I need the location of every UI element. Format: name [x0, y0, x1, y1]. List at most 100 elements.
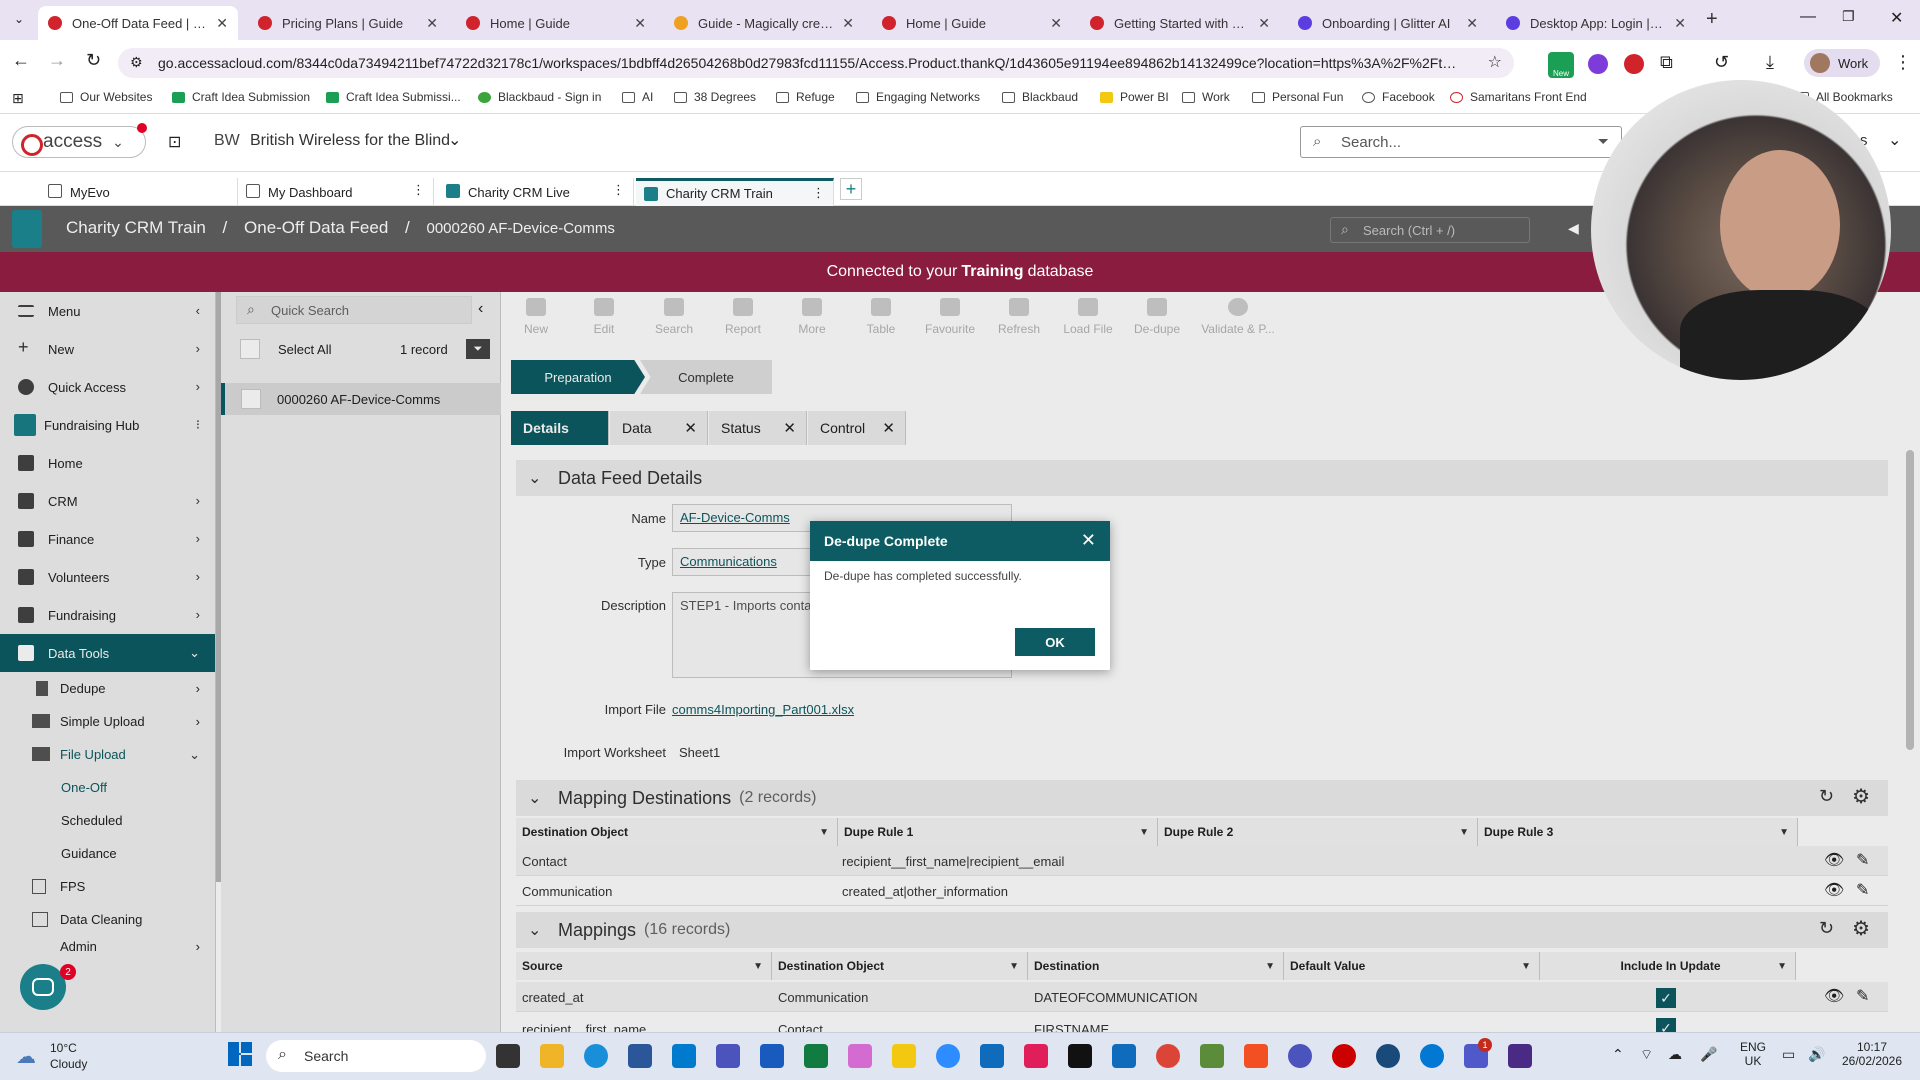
app-icon[interactable]: [716, 1044, 740, 1068]
bookmark-work[interactable]: Work: [1182, 90, 1230, 104]
close-icon[interactable]: ✕: [842, 15, 854, 32]
close-icon[interactable]: ✕: [426, 15, 438, 32]
bookmark-38-degrees[interactable]: 38 Degrees: [674, 90, 756, 104]
minimize-icon[interactable]: —: [1800, 8, 1816, 26]
app-icon[interactable]: [1068, 1044, 1092, 1068]
add-tab-icon[interactable]: +: [840, 178, 862, 200]
bookmark-power-bi[interactable]: Power BI: [1100, 90, 1169, 104]
tab-charity-crm-live[interactable]: Charity CRM Live ⋮: [438, 178, 634, 206]
bookmark-ai[interactable]: AI: [622, 90, 653, 104]
back-icon[interactable]: ←: [12, 50, 30, 71]
chevron-up-icon[interactable]: ⌃: [1612, 1046, 1624, 1063]
outlook-icon[interactable]: [1112, 1044, 1136, 1068]
slack-icon[interactable]: [1024, 1044, 1048, 1068]
chrome-icon[interactable]: [1156, 1044, 1180, 1068]
wifi-icon[interactable]: ⌔: [1640, 1046, 1653, 1064]
new-tab-icon[interactable]: +: [1706, 8, 1718, 31]
profile-button[interactable]: Work: [1804, 49, 1880, 77]
app-icon[interactable]: [1420, 1044, 1444, 1068]
bookmark-star-icon[interactable]: ☆: [1488, 52, 1502, 72]
app-icon[interactable]: [1376, 1044, 1400, 1068]
reload-icon[interactable]: ↻: [86, 50, 101, 71]
bookmark-craft-idea-2[interactable]: Craft Idea Submissi...: [326, 90, 461, 104]
onedrive-icon[interactable]: ☁: [1668, 1046, 1682, 1063]
bookmark-facebook[interactable]: Facebook: [1362, 90, 1435, 104]
edge-icon[interactable]: [584, 1044, 608, 1068]
bookmark-personal-fun[interactable]: Personal Fun: [1252, 90, 1343, 104]
word-icon[interactable]: [760, 1044, 784, 1068]
record-search-input[interactable]: ⌕ Search (Ctrl + /): [1330, 217, 1530, 243]
chevron-down-icon[interactable]: ⌄: [448, 130, 461, 150]
excel-icon[interactable]: [804, 1044, 828, 1068]
app-icon[interactable]: [848, 1044, 872, 1068]
app-icon[interactable]: [1332, 1044, 1356, 1068]
task-view-icon[interactable]: [496, 1044, 520, 1068]
browser-tab[interactable]: Getting Started with Capt ✕: [1080, 6, 1280, 40]
org-name[interactable]: British Wireless for the Blind: [250, 132, 450, 150]
bookmark-engaging-networks[interactable]: Engaging Networks: [856, 90, 980, 104]
zoom-icon[interactable]: [936, 1044, 960, 1068]
browser-tab[interactable]: Home | Guide ✕: [872, 6, 1072, 40]
tab-myevo[interactable]: MyEvo: [40, 178, 238, 206]
bookmark-samaritans[interactable]: Samaritans Front End: [1450, 90, 1587, 104]
bookmark-craft-idea[interactable]: Craft Idea Submission: [172, 90, 310, 104]
filter-icon[interactable]: ⏷: [1598, 133, 1609, 150]
store-icon[interactable]: [628, 1044, 652, 1068]
extension-icon[interactable]: [1588, 54, 1608, 74]
file-explorer-icon[interactable]: [540, 1044, 564, 1068]
close-icon[interactable]: ✕: [1466, 15, 1478, 32]
browser-tab[interactable]: Guide - Magically create ✕: [664, 6, 864, 40]
global-search-input[interactable]: ⌕ Search... ⏷: [1300, 126, 1622, 158]
url-input[interactable]: ⚙ go.accessacloud.com/8344c0da73494211be…: [118, 48, 1514, 78]
restore-icon[interactable]: ❐: [1842, 8, 1855, 25]
browser-tab[interactable]: Home | Guide ✕: [456, 6, 656, 40]
app-icon[interactable]: [1244, 1044, 1268, 1068]
history-icon[interactable]: ↺: [1714, 52, 1729, 73]
browser-tab-active[interactable]: One-Off Data Feed | Char ✕: [38, 6, 238, 40]
close-icon[interactable]: ✕: [1258, 15, 1270, 32]
access-logo-switcher[interactable]: access ⌄: [12, 123, 147, 158]
clock[interactable]: 10:17 26/02/2026: [1840, 1040, 1904, 1068]
weather-desc[interactable]: Cloudy: [50, 1057, 87, 1071]
browser-tab[interactable]: Onboarding | Glitter AI ✕: [1288, 6, 1488, 40]
extension-new-icon[interactable]: New: [1548, 52, 1574, 78]
tab-search-icon[interactable]: ⌄: [14, 12, 24, 26]
bookmark-refuge[interactable]: Refuge: [776, 90, 835, 104]
extension-guide-icon[interactable]: [1624, 54, 1644, 74]
collapse-left-icon[interactable]: ◀: [1568, 220, 1579, 237]
forward-icon[interactable]: →: [48, 50, 66, 71]
power-bi-icon[interactable]: [892, 1044, 916, 1068]
browser-tab[interactable]: Pricing Plans | Guide ✕: [248, 6, 448, 40]
close-icon[interactable]: ✕: [1081, 530, 1096, 551]
breadcrumb-item[interactable]: Charity CRM Train: [66, 218, 206, 237]
app-icon[interactable]: [1288, 1044, 1312, 1068]
language-indicator[interactable]: ENG UK: [1740, 1040, 1766, 1068]
browser-tab[interactable]: Desktop App: Login | Glit ✕: [1496, 6, 1696, 40]
archive-icon[interactable]: ⊡: [168, 132, 181, 152]
bookmark-blackbaud-sign-in[interactable]: Blackbaud - Sign in: [478, 90, 601, 104]
app-icon[interactable]: [1508, 1044, 1532, 1068]
bookmark-blackbaud[interactable]: Blackbaud: [1002, 90, 1078, 104]
vscode-icon[interactable]: [672, 1044, 696, 1068]
close-icon[interactable]: ✕: [1050, 15, 1062, 32]
app-icon[interactable]: [980, 1044, 1004, 1068]
apps-grid-icon[interactable]: ⊞: [12, 90, 24, 107]
bookmark-our-websites[interactable]: Our Websites: [60, 90, 152, 104]
tab-my-dashboard[interactable]: My Dashboard ⋮: [238, 178, 434, 206]
kebab-icon[interactable]: ⋮: [412, 182, 425, 198]
taskbar-search-input[interactable]: ⌕ Search: [266, 1040, 486, 1072]
close-icon[interactable]: ✕: [634, 15, 646, 32]
chevron-down-icon[interactable]: ⌄: [1888, 130, 1901, 150]
kebab-icon[interactable]: ⋮: [612, 182, 625, 198]
volume-icon[interactable]: 🔊: [1808, 1046, 1825, 1063]
download-icon[interactable]: ⤓: [1766, 52, 1774, 73]
browser-menu-icon[interactable]: ⋮: [1894, 52, 1912, 73]
window-close-icon[interactable]: ✕: [1890, 8, 1903, 28]
network-icon[interactable]: ▭: [1782, 1046, 1795, 1063]
site-info-icon[interactable]: ⚙: [130, 54, 143, 71]
weather-temp[interactable]: 10°C: [50, 1041, 77, 1055]
mic-icon[interactable]: 🎤: [1700, 1046, 1717, 1063]
app-icon[interactable]: [1200, 1044, 1224, 1068]
tab-charity-crm-train[interactable]: Charity CRM Train ⋮: [636, 178, 834, 206]
ok-button[interactable]: OK: [1015, 628, 1095, 656]
